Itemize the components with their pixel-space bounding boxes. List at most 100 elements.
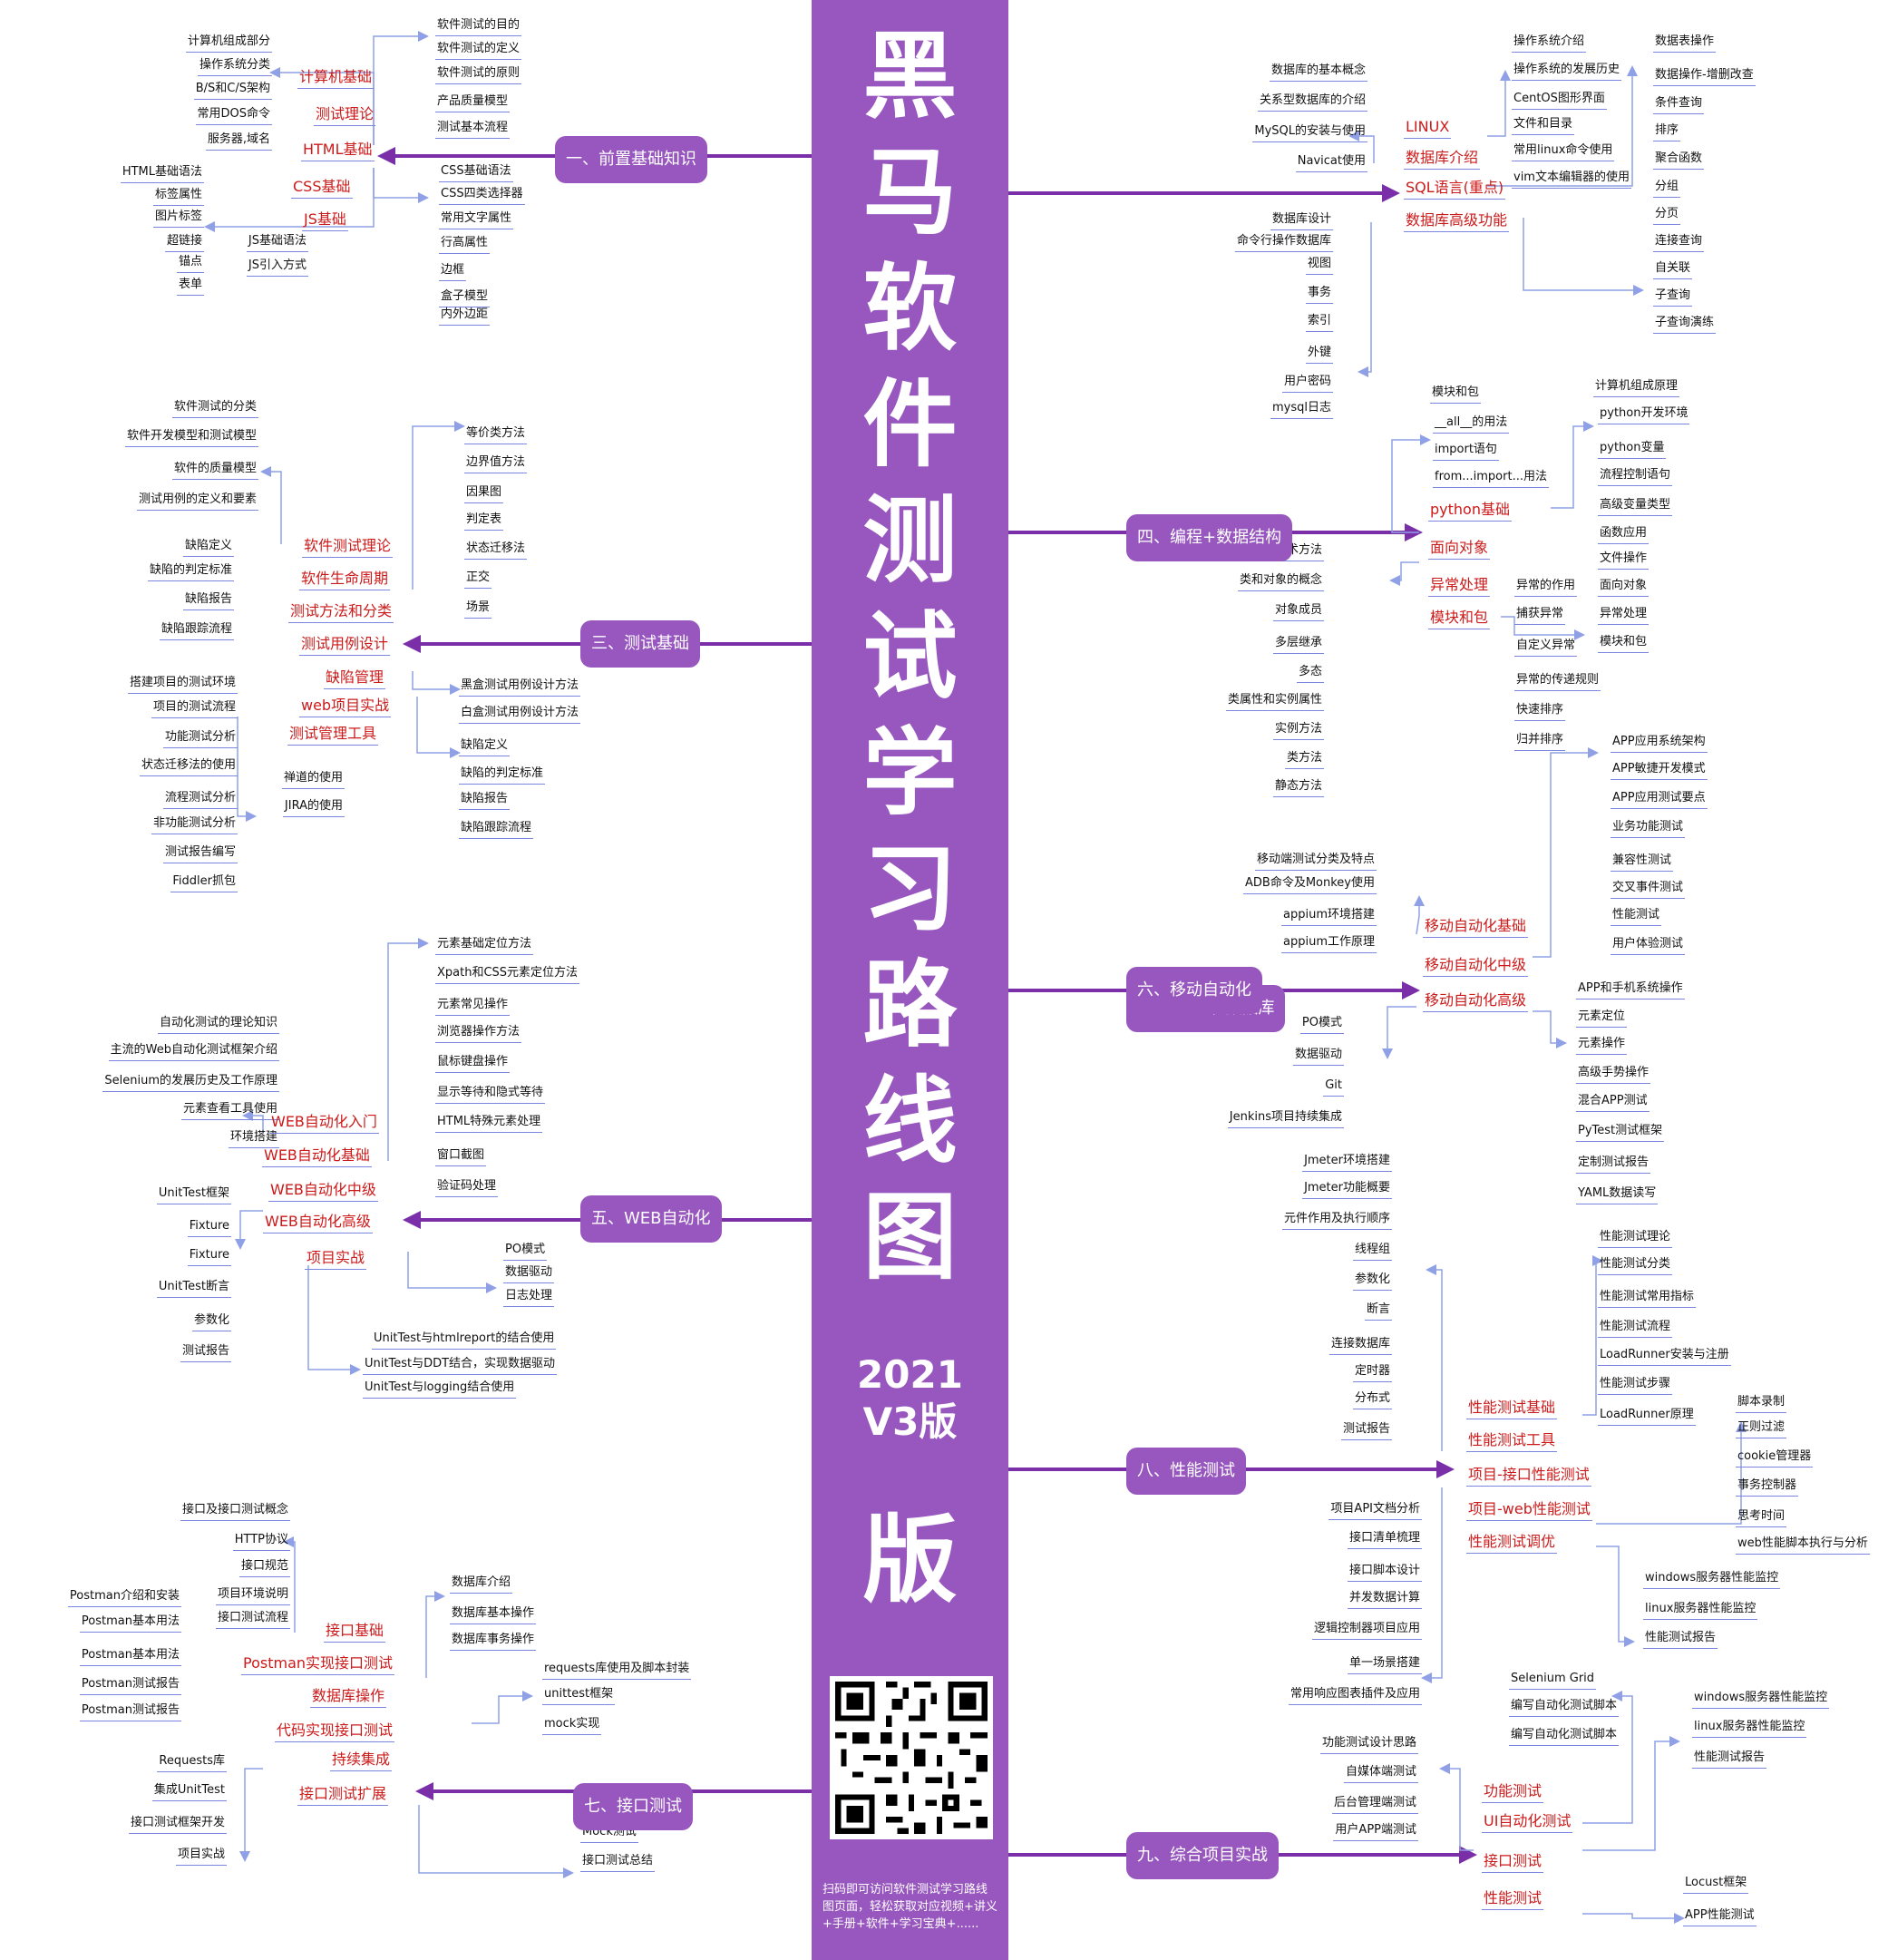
subtopic-node: UI自动化测试 xyxy=(1482,1812,1573,1833)
subtopic-node: 项目实战 xyxy=(305,1249,367,1270)
topic-leaf: Postman基本用法 xyxy=(79,1648,181,1666)
topic-leaf: 数据库基本操作 xyxy=(450,1606,537,1624)
topic-leaf: Fixture xyxy=(187,1219,231,1237)
link-3a xyxy=(260,466,282,544)
topic-leaf: 缺陷报告 xyxy=(182,592,234,610)
link-3c xyxy=(412,671,461,695)
topic-leaf: LoadRunner安装与注册 xyxy=(1598,1348,1731,1366)
topic-leaf: 数据库的基本概念 xyxy=(1269,63,1367,82)
edition-text: 版 xyxy=(862,1505,958,1615)
qr-caption: 扫码即可访问软件测试学习路线图页面，轻松获取对应视频+讲义+手册+软件+学习宝典… xyxy=(822,1883,998,1931)
topic-leaf: python开发环境 xyxy=(1598,406,1690,424)
topic-leaf: 数据库事务操作 xyxy=(450,1633,537,1651)
topic-leaf: 性能测试常用指标 xyxy=(1598,1290,1697,1308)
topic-leaf: 元素定位 xyxy=(1576,1009,1628,1028)
topic-leaf: 缺陷跟踪流程 xyxy=(159,622,234,640)
topic-leaf: 功能测试设计思路 xyxy=(1319,1736,1418,1754)
topic-leaf: HTTP协议 xyxy=(232,1533,290,1551)
topic-leaf: windows服务器性能监控 xyxy=(1692,1691,1830,1709)
topic-leaf: 定制测试报告 xyxy=(1576,1156,1651,1174)
topic-leaf: 白盒测试用例设计方法 xyxy=(459,706,581,724)
topic-leaf: 日志处理 xyxy=(503,1289,555,1307)
link-3e xyxy=(237,717,257,822)
title-char: 黑 xyxy=(862,21,958,132)
link-4b xyxy=(1551,421,1594,509)
category-node: 一、前置基础知识 xyxy=(555,136,707,183)
link-9a xyxy=(1439,1763,1474,1851)
topic-leaf: 多态 xyxy=(1296,665,1324,683)
topic-leaf: 测试报告编写 xyxy=(162,845,238,863)
topic-leaf: 接口测试框架开发 xyxy=(128,1816,227,1834)
topic-leaf: 项目的测试流程 xyxy=(151,700,238,718)
center-title-bar: 黑 马 软 件 测 试 学 习 路 线 图 2021 V3版 版 扫码即可访问软… xyxy=(812,0,1008,1960)
topic-leaf: 软件测试的目的 xyxy=(435,18,522,36)
topic-leaf: UnitTest与logging结合使用 xyxy=(363,1380,517,1399)
topic-leaf: Fixture xyxy=(187,1248,231,1266)
topic-leaf: 边框 xyxy=(439,263,467,281)
subtopic-node: JS基础 xyxy=(302,210,348,231)
subtopic-node: 模块和包 xyxy=(1428,609,1491,629)
topic-leaf: HTML基础语法 xyxy=(120,165,204,183)
topic-leaf: 软件测试的原则 xyxy=(435,66,522,84)
page-title: 黑 马 软 件 测 试 学 习 路 线 图 xyxy=(812,18,1008,1295)
topic-leaf: CSS基础语法 xyxy=(439,164,513,182)
topic-leaf: 兼容性测试 xyxy=(1611,853,1674,872)
topic-leaf: 参数化 xyxy=(191,1313,231,1331)
topic-leaf: 正则过滤 xyxy=(1736,1420,1787,1438)
topic-leaf: 锚点 xyxy=(176,255,204,273)
topic-leaf: 窗口截图 xyxy=(435,1148,487,1166)
link-6a xyxy=(1414,895,1425,935)
topic-leaf: 黑盒测试用例设计方法 xyxy=(459,678,581,697)
subtopic-node: 性能测试基础 xyxy=(1466,1399,1558,1419)
topic-leaf: 非功能测试分析 xyxy=(151,816,238,834)
category-node: 六、移动自动化 xyxy=(1126,967,1262,1014)
link-8e xyxy=(1596,1546,1635,1647)
topic-leaf: 常用linux命令使用 xyxy=(1512,143,1615,161)
topic-leaf: 思考时间 xyxy=(1736,1509,1787,1527)
topic-leaf: Xpath和CSS元素定位方法 xyxy=(435,966,580,984)
link-7c xyxy=(472,1691,533,1724)
link-3b xyxy=(412,421,465,590)
topic-leaf: 性能测试分类 xyxy=(1598,1257,1673,1275)
subtopic-node: 接口测试 xyxy=(1482,1852,1544,1873)
topic-leaf: 缺陷的判定标准 xyxy=(147,563,234,581)
topic-leaf: 文件操作 xyxy=(1598,551,1650,570)
link-5c xyxy=(235,1210,263,1250)
topic-leaf: 高级变量类型 xyxy=(1598,498,1673,516)
topic-leaf: 自媒体端测试 xyxy=(1343,1765,1418,1783)
subtopic-node: 数据库高级功能 xyxy=(1404,211,1510,232)
topic-leaf: 面向对象 xyxy=(1598,579,1650,597)
topic-leaf: 自动化测试的理论知识 xyxy=(157,1016,279,1034)
topic-leaf: 性能测试 xyxy=(1611,908,1662,926)
topic-leaf: appium工作原理 xyxy=(1281,935,1377,953)
subtopic-node: WEB自动化中级 xyxy=(268,1181,378,1202)
topic-leaf: 接口清单梳理 xyxy=(1347,1531,1422,1549)
topic-leaf: 数据驱动 xyxy=(503,1265,555,1283)
topic-leaf: 等价类方法 xyxy=(464,426,528,444)
topic-leaf: 浏览器操作方法 xyxy=(435,1025,522,1043)
topic-leaf: 性能测试报告 xyxy=(1692,1750,1767,1769)
subtopic-node: 测试理论 xyxy=(314,105,376,126)
link-8d xyxy=(1596,1421,1747,1525)
topic-leaf: 性能测试步骤 xyxy=(1598,1377,1673,1395)
topic-leaf: 缺陷的判定标准 xyxy=(459,766,546,785)
topic-leaf: 子查询 xyxy=(1653,288,1693,307)
subtopic-node: 性能测试 xyxy=(1482,1889,1544,1910)
year-version: 2021 V3版 xyxy=(812,1351,1008,1446)
subtopic-node: 性能测试调优 xyxy=(1466,1533,1558,1554)
topic-leaf: 功能测试分析 xyxy=(162,730,238,748)
topic-leaf: 测试用例的定义和要素 xyxy=(136,492,258,511)
topic-leaf: 模块和包 xyxy=(1598,635,1650,653)
link-2b xyxy=(1487,70,1511,137)
topic-leaf: 计算机组成部分 xyxy=(185,34,272,53)
qr-code-image[interactable] xyxy=(830,1676,993,1839)
topic-leaf: 流程测试分析 xyxy=(162,791,238,809)
topic-leaf: JS引入方式 xyxy=(246,258,308,277)
topic-leaf: 数据库介绍 xyxy=(450,1575,513,1594)
subtopic-node: WEB自动化基础 xyxy=(262,1146,372,1167)
topic-leaf: CSS四类选择器 xyxy=(439,187,525,205)
subtopic-node: LINUX xyxy=(1404,118,1452,139)
subtopic-node: 数据库操作 xyxy=(310,1687,387,1708)
link-7d xyxy=(239,1768,263,1862)
topic-leaf: 聚合函数 xyxy=(1653,151,1705,170)
